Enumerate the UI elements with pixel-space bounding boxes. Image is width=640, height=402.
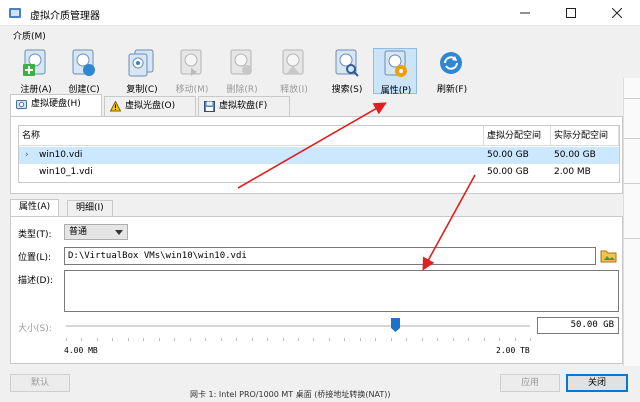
slider-tick xyxy=(452,338,454,341)
slider-tick xyxy=(344,338,346,341)
tab-optical-disks[interactable]: 虚拟光盘(O) xyxy=(104,96,196,116)
slider-tick xyxy=(359,338,361,341)
chevron-down-icon xyxy=(115,230,123,235)
slider-tick xyxy=(375,338,377,341)
type-select[interactable]: 普通 xyxy=(64,224,128,240)
slider-tick xyxy=(143,338,145,341)
slider-tick xyxy=(205,338,207,341)
close-button[interactable]: 关闭 xyxy=(566,374,628,392)
properties-button[interactable]: 属性(P) xyxy=(373,48,417,96)
size-max-label: 2.00 TB xyxy=(496,346,530,355)
slider-tick xyxy=(328,338,330,341)
title-bar: 虚拟介质管理器 xyxy=(0,0,640,26)
table-row[interactable]: win10_1.vdi 50.00 GB 2.00 MB xyxy=(19,164,619,181)
size-label: 大小(S): xyxy=(18,324,52,334)
slider-tick xyxy=(189,338,191,341)
description-field[interactable] xyxy=(64,270,619,312)
background-window-text: 网卡 1: Intel PRO/1000 MT 桌面 (桥接地址转换(NAT)) xyxy=(190,390,391,399)
slider-tick xyxy=(313,338,315,341)
slider-tick xyxy=(127,338,129,341)
location-label: 位置(L): xyxy=(18,253,52,263)
menu-bar: 介质(M) xyxy=(0,26,640,44)
tab-hard-disks[interactable]: 虚拟硬盘(H) xyxy=(10,94,102,116)
table-row[interactable]: › win10.vdi 50.00 GB 50.00 GB xyxy=(19,147,619,164)
tab-floppy-disks[interactable]: 虚拟软盘(F) xyxy=(198,96,290,116)
floppy-disk-icon xyxy=(204,101,215,112)
move-button[interactable]: 移动(M) xyxy=(170,48,214,95)
create-button[interactable]: 创建(C) xyxy=(62,48,106,95)
tab-information[interactable]: 明细(I) xyxy=(67,200,113,216)
copy-button[interactable]: 复制(C) xyxy=(120,48,164,95)
tab-attributes[interactable]: 属性(A) xyxy=(10,199,60,216)
slider-tick xyxy=(298,338,299,341)
remove-button[interactable]: 删除(R) xyxy=(220,48,264,95)
background-window-edge xyxy=(623,78,640,398)
table-header: 名称 虚拟分配空间 实际分配空间 xyxy=(19,126,619,146)
slider-tick xyxy=(81,338,83,341)
minimize-icon xyxy=(520,12,530,13)
menu-media[interactable]: 介质(M) xyxy=(13,29,46,42)
toolbar: 注册(A) 创建(C) 复制(C) 移动(M) 删除(R) 释放(I) 搜索(S… xyxy=(0,44,640,96)
remove-disk-icon xyxy=(230,49,252,75)
column-virtual-size[interactable]: 虚拟分配空间 xyxy=(484,126,551,146)
slider-tick xyxy=(468,338,470,341)
slider-tick xyxy=(96,338,98,341)
slider-tick xyxy=(282,338,284,341)
browse-location-button[interactable] xyxy=(600,248,617,264)
window-title: 虚拟介质管理器 xyxy=(30,11,100,22)
slider-tick xyxy=(112,338,114,341)
slider-tick xyxy=(236,338,238,341)
maximize-icon xyxy=(566,7,576,18)
folder-icon xyxy=(600,250,617,263)
description-label: 描述(D): xyxy=(18,276,53,286)
move-disk-icon xyxy=(180,49,202,76)
create-disk-icon xyxy=(72,49,95,76)
slider-tick xyxy=(483,338,485,341)
register-disk-icon xyxy=(23,49,46,76)
disk-table: 名称 虚拟分配空间 实际分配空间 › win10.vdi 50.00 GB 50… xyxy=(18,125,620,183)
register-button[interactable]: 注册(A) xyxy=(14,48,58,95)
slider-tick xyxy=(499,338,501,341)
slider-tick xyxy=(530,338,531,341)
location-field[interactable]: D:\VirtualBox VMs\win10\win10.vdi xyxy=(64,247,596,265)
slider-tick xyxy=(220,338,222,341)
slider-tick xyxy=(437,338,439,341)
size-field[interactable]: 50.00 GB xyxy=(537,317,619,334)
close-window-button[interactable] xyxy=(594,0,640,26)
app-icon xyxy=(9,8,21,18)
slider-tick xyxy=(66,338,67,341)
column-name[interactable]: 名称 xyxy=(19,126,484,146)
size-slider-thumb[interactable] xyxy=(391,318,401,332)
column-actual-size[interactable]: 实际分配空间 xyxy=(551,126,619,146)
refresh-button[interactable]: 刷新(F) xyxy=(430,48,474,95)
close-icon xyxy=(611,7,623,18)
search-button[interactable]: 搜索(S) xyxy=(325,48,369,95)
size-slider-track[interactable] xyxy=(66,325,530,327)
slider-tick xyxy=(174,338,176,341)
size-min-label: 4.00 MB xyxy=(64,346,98,355)
slider-tick xyxy=(267,338,269,341)
slider-tick xyxy=(406,338,408,341)
hard-disk-icon xyxy=(16,100,27,109)
expand-chevron-icon[interactable]: › xyxy=(25,150,29,160)
slider-tick xyxy=(251,338,253,341)
refresh-icon xyxy=(440,52,462,74)
optical-disk-warning-icon xyxy=(110,101,121,112)
release-disk-icon xyxy=(282,49,304,75)
minimize-button[interactable] xyxy=(502,0,548,26)
properties-disk-icon xyxy=(384,50,407,77)
reset-button[interactable]: 默认 xyxy=(10,374,70,392)
search-disk-icon xyxy=(335,49,359,77)
release-button[interactable]: 释放(I) xyxy=(272,48,316,95)
copy-disk-icon xyxy=(128,49,154,77)
slider-tick xyxy=(421,338,423,341)
slider-tick xyxy=(390,338,392,341)
type-label: 类型(T): xyxy=(18,230,52,240)
maximize-button[interactable] xyxy=(548,0,594,26)
slider-tick xyxy=(514,338,516,341)
slider-tick xyxy=(158,338,160,341)
apply-button[interactable]: 应用 xyxy=(500,374,560,392)
